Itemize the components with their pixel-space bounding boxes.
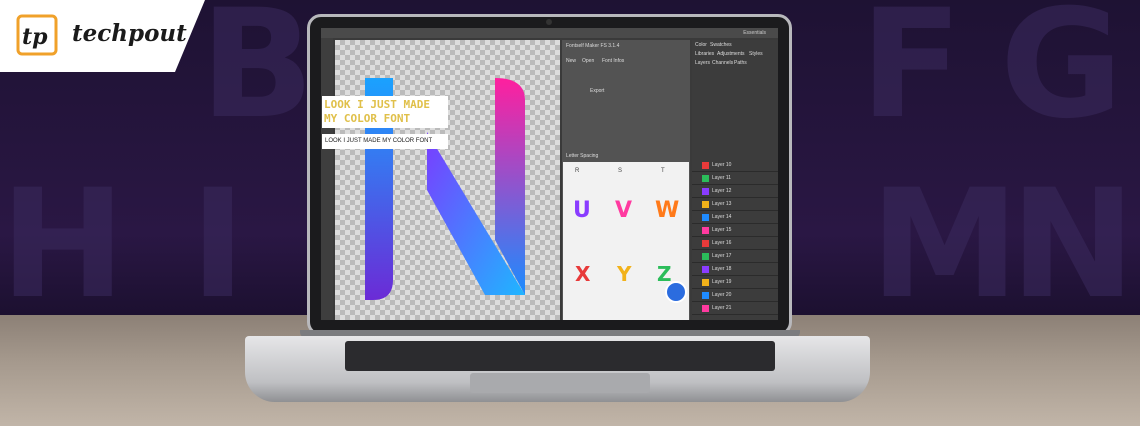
glyph-t: T: [661, 168, 665, 174]
logo-text: techpout: [72, 20, 187, 47]
plugin-tab-font-infos[interactable]: Font Infos: [602, 58, 624, 64]
layer-thumbnail: [702, 227, 709, 234]
bg-letter: G: [1000, 0, 1124, 152]
webcam: [546, 19, 552, 25]
tab-paths[interactable]: Paths: [734, 60, 747, 66]
document-canvas[interactable]: [335, 40, 560, 320]
preview-line-2: MY COLOR FONT: [324, 112, 411, 125]
layer-thumbnail: [702, 162, 709, 169]
plugin-tab-new[interactable]: New: [566, 58, 576, 64]
layer-row[interactable]: Layer 17: [692, 251, 778, 263]
layer-row[interactable]: Layer 16: [692, 238, 778, 250]
layer-row[interactable]: Layer 12: [692, 186, 778, 198]
layer-row[interactable]: Layer 10: [692, 160, 778, 172]
layer-label: Layer 16: [712, 240, 732, 246]
layer-thumbnail: [702, 266, 709, 273]
preview-text-input[interactable]: LOOK I JUST MADE MY COLOR FONT: [322, 134, 448, 149]
layer-label: Layer 10: [712, 162, 732, 168]
layer-label: Layer 19: [712, 279, 732, 285]
bg-letter: H: [0, 158, 126, 332]
layer-label: Layer 14: [712, 214, 732, 220]
layer-thumbnail: [702, 253, 709, 260]
export-button[interactable]: Export: [590, 88, 604, 94]
layer-label: Layer 13: [712, 201, 732, 207]
layer-label: Layer 17: [712, 253, 732, 259]
laptop-keyboard: [345, 341, 775, 371]
layer-thumbnail: [702, 305, 709, 312]
logo-mark: tp: [22, 24, 48, 50]
layer-thumbnail: [702, 240, 709, 247]
tab-channels[interactable]: Channels: [712, 60, 733, 66]
plugin-title: Fontself Maker FS 3.1.4: [566, 43, 620, 49]
layer-row[interactable]: Layer 14: [692, 212, 778, 224]
plugin-tab-open[interactable]: Open: [582, 58, 594, 64]
glyph-w[interactable]: W: [655, 198, 679, 223]
font-preview: LOOK I JUST MADE MY COLOR FONT: [322, 96, 448, 128]
laptop-screen: Essentials Fontself Maker FS 3.1.4 New O…: [321, 28, 778, 320]
layer-thumbnail: [702, 279, 709, 286]
layer-label: Layer 15: [712, 227, 732, 233]
glyph-x[interactable]: X: [575, 262, 590, 286]
layer-label: Layer 18: [712, 266, 732, 272]
glyph-u[interactable]: U: [573, 198, 591, 223]
layer-thumbnail: [702, 175, 709, 182]
layer-row[interactable]: Layer 18: [692, 264, 778, 276]
layer-label: Layer 21: [712, 305, 732, 311]
chat-help-button[interactable]: [665, 281, 687, 303]
glyph-r: R: [575, 168, 580, 174]
bg-letter: I: [190, 158, 246, 332]
letter-n-artwork: [365, 78, 525, 300]
layer-row[interactable]: Layer 20: [692, 290, 778, 302]
layers-panel: Color Swatches Libraries Adjustments Sty…: [692, 40, 778, 320]
bg-letter: N: [1010, 158, 1136, 332]
tab-libraries[interactable]: Libraries: [695, 51, 714, 57]
tab-adjustments[interactable]: Adjustments: [717, 51, 745, 57]
layer-thumbnail: [702, 292, 709, 299]
glyph-y[interactable]: Y: [617, 262, 631, 286]
layer-thumbnail: [702, 214, 709, 221]
tools-panel[interactable]: [321, 38, 333, 320]
tab-color[interactable]: Color: [695, 42, 707, 48]
glyph-v[interactable]: V: [615, 198, 632, 223]
layer-thumbnail: [702, 201, 709, 208]
layer-row[interactable]: Layer 13: [692, 199, 778, 211]
glyph-s: S: [618, 168, 623, 174]
laptop-trackpad: [470, 373, 650, 393]
scene: B F G H I M N tp techpout Essentials Fon…: [0, 0, 1140, 426]
tab-styles[interactable]: Styles: [749, 51, 763, 57]
layer-label: Layer 11: [712, 175, 732, 181]
layer-label: Layer 20: [712, 292, 732, 298]
app-options-bar: Essentials: [321, 28, 778, 38]
tab-layers[interactable]: Layers: [695, 60, 710, 66]
tab-swatches[interactable]: Swatches: [710, 42, 732, 48]
layer-row[interactable]: Layer 11: [692, 173, 778, 185]
workspace-menu[interactable]: Essentials: [743, 30, 766, 36]
layer-label: Layer 12: [712, 188, 732, 194]
bg-letter: F: [860, 0, 963, 152]
layer-row[interactable]: Layer 15: [692, 225, 778, 237]
layer-row[interactable]: Layer 21: [692, 303, 778, 315]
layer-row[interactable]: Layer 19: [692, 277, 778, 289]
bg-letter: M: [870, 158, 1020, 332]
layer-thumbnail: [702, 188, 709, 195]
bg-letter: B: [200, 0, 315, 152]
preview-line-1: LOOK I JUST MADE: [324, 98, 430, 111]
letter-spacing-label: Letter Spacing: [566, 153, 599, 159]
